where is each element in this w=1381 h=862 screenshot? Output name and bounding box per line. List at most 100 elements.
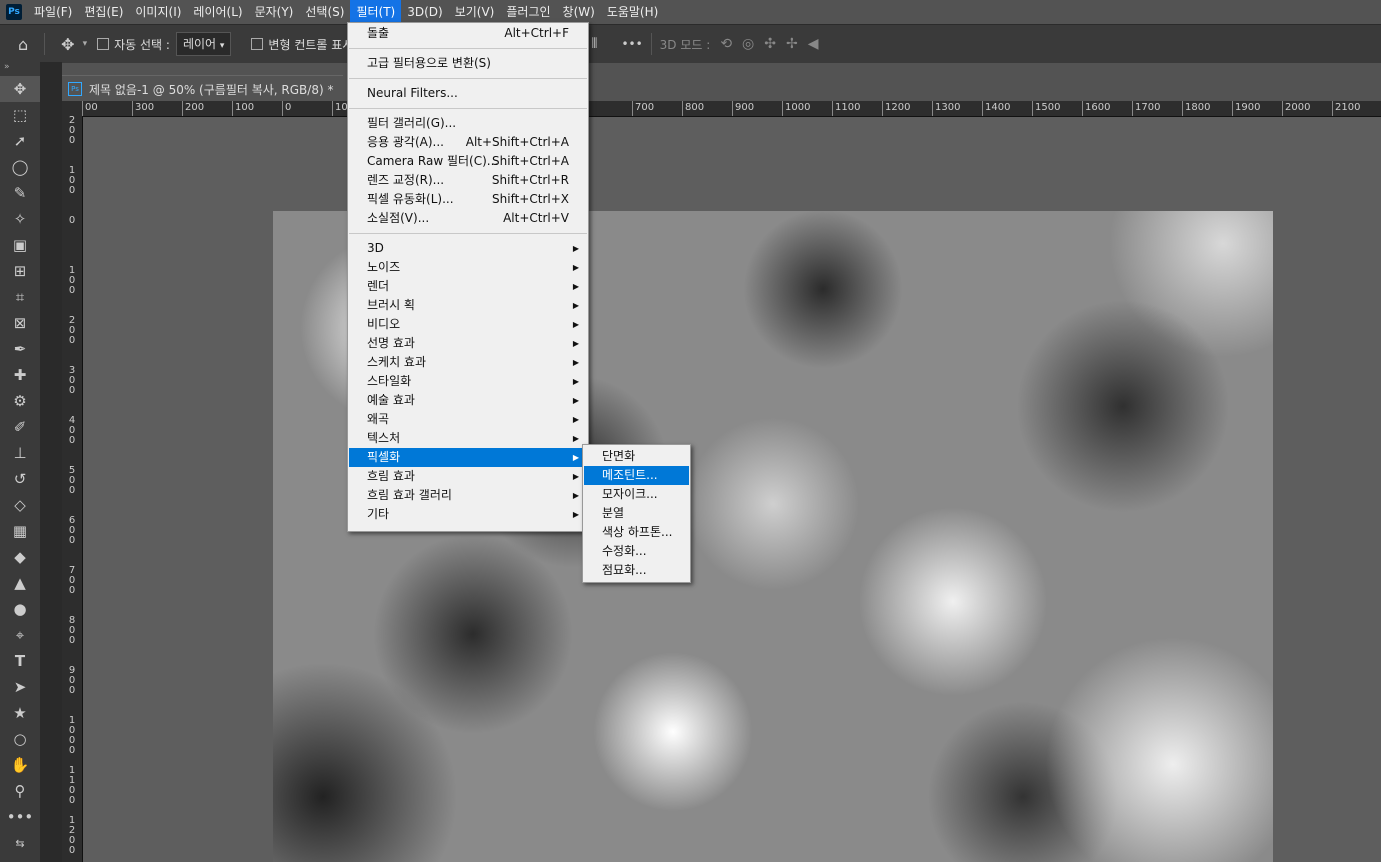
document-tab[interactable]: Ps 제목 없음-1 @ 50% (구름필터 복사, RGB/8) * — [62, 75, 344, 102]
roll-3d-icon[interactable]: ◎ — [742, 36, 754, 52]
filter-menu-item[interactable]: Camera Raw 필터(C)... Shift+Ctrl+A — [349, 152, 587, 171]
menu-item-label: 왜곡 — [367, 412, 390, 426]
filter-menu-item[interactable]: 흐림 효과 ▶ — [349, 467, 587, 486]
eyedropper-icon[interactable]: ✒ — [0, 336, 40, 362]
slide-3d-icon[interactable]: ✢ — [786, 36, 798, 52]
filter-menu-item[interactable]: 렌더 ▶ — [349, 277, 587, 296]
filter-menu-item[interactable]: 왜곡 ▶ — [349, 410, 587, 429]
ellipse-tool-icon[interactable]: ○ — [0, 726, 40, 752]
pixelate-menu-item[interactable]: 점묘화... — [584, 561, 689, 580]
sharpen-icon[interactable]: ▲ — [0, 570, 40, 596]
vruler-tick: 1 1 0 0 — [68, 765, 76, 806]
layer-select[interactable]: 레이어 ▾ — [175, 32, 232, 56]
object-select-icon[interactable]: ▣ — [0, 232, 40, 258]
filter-menu-item[interactable]: 노이즈 ▶ — [349, 258, 587, 277]
filter-menu-item[interactable]: 비디오 ▶ — [349, 315, 587, 334]
pixelate-menu-item[interactable]: 분열 — [584, 504, 689, 523]
filter-menu-item[interactable]: 렌즈 교정(R)... Shift+Ctrl+R — [349, 171, 587, 190]
menu-1[interactable]: 편집(E) — [78, 0, 129, 24]
patch-icon[interactable]: ⚙ — [0, 388, 40, 414]
lasso-tool-icon[interactable]: ➚ — [0, 128, 40, 154]
more-options-icon[interactable]: ••• — [621, 37, 642, 51]
history-brush-icon[interactable]: ↺ — [0, 466, 40, 492]
stamp-tool-icon[interactable]: ⊥ — [0, 440, 40, 466]
scale-3d-icon[interactable]: ◀ — [808, 36, 819, 52]
filter-menu-item[interactable]: 기타 ▶ — [349, 505, 587, 524]
menu-item-label: 픽셀 유동화(L)... — [367, 192, 454, 206]
menu-item-label: 수정화... — [602, 544, 647, 558]
gradient-tool-icon[interactable]: ▦ — [0, 518, 40, 544]
filter-menu-item[interactable]: 선명 효과 ▶ — [349, 334, 587, 353]
menu-item-shortcut: Shift+Ctrl+X — [492, 192, 569, 206]
ruler-tick: 2000 — [1282, 101, 1310, 116]
transform-controls-checkbox[interactable] — [251, 38, 264, 50]
home-icon[interactable]: ⌂ — [18, 35, 28, 54]
filter-menu-item[interactable]: 픽셀화 ▶ — [349, 448, 587, 467]
menu-8[interactable]: 보기(V) — [449, 0, 501, 24]
menu-6[interactable]: 필터(T) — [350, 0, 402, 24]
marquee-tool-icon[interactable]: ⬚ — [0, 102, 40, 128]
vruler-tick: 9 0 0 — [68, 665, 76, 696]
photoshop-logo-icon: Ps — [6, 4, 22, 20]
filter-menu-item[interactable]: 스타일화 ▶ — [349, 372, 587, 391]
path-select-icon[interactable]: ➤ — [0, 674, 40, 700]
filter-menu-item[interactable]: 응용 광각(A)... Alt+Shift+Ctrl+A — [349, 133, 587, 152]
swap-colors-icon[interactable]: ⇆ — [0, 830, 40, 856]
move-tool-icon[interactable]: ✥ — [61, 35, 74, 54]
auto-select-checkbox[interactable] — [97, 38, 110, 50]
menu-7[interactable]: 3D(D) — [401, 0, 448, 24]
type-tool-icon[interactable]: T — [0, 648, 40, 674]
crop-tool-icon[interactable]: ⌗ — [0, 284, 40, 310]
menu-9[interactable]: 플러그인 — [500, 0, 556, 24]
frame-tool-icon[interactable]: ⊠ — [0, 310, 40, 336]
filter-menu-item[interactable]: 소실점(V)... Alt+Ctrl+V — [349, 209, 587, 228]
menu-item-label: Camera Raw 필터(C)... — [367, 154, 499, 168]
filter-menu-item[interactable]: 픽셀 유동화(L)... Shift+Ctrl+X — [349, 190, 587, 209]
filter-menu-item[interactable]: 고급 필터용으로 변환(S) — [349, 54, 587, 73]
filter-menu-item[interactable]: Neural Filters... — [349, 84, 587, 103]
dodge-tool-icon[interactable]: ● — [0, 596, 40, 622]
eraser-icon[interactable]: ◇ — [0, 492, 40, 518]
collapse-icon[interactable]: » — [0, 62, 40, 76]
filter-menu-item[interactable]: 스케치 효과 ▶ — [349, 353, 587, 372]
more-tools-icon[interactable]: ••• — [0, 804, 40, 830]
pixelate-menu-item[interactable]: 수정화... — [584, 542, 689, 561]
filter-menu-item[interactable]: 3D ▶ — [349, 239, 587, 258]
menu-2[interactable]: 이미지(I) — [129, 0, 187, 24]
brush-tool-icon[interactable]: ✐ — [0, 414, 40, 440]
menu-0[interactable]: 파일(F) — [28, 0, 78, 24]
distribute-icon[interactable]: ⫴ — [592, 36, 598, 52]
menu-4[interactable]: 문자(Y) — [249, 0, 300, 24]
orbit-3d-icon[interactable]: ⟲ — [720, 36, 732, 52]
move-tool-icon[interactable]: ✥ — [0, 76, 40, 102]
filter-menu-item[interactable]: 예술 효과 ▶ — [349, 391, 587, 410]
menu-item-label: 스케치 효과 — [367, 355, 427, 369]
chevron-down-icon[interactable]: ▾ — [83, 39, 88, 49]
filter-menu-item[interactable]: 텍스처 ▶ — [349, 429, 587, 448]
artboard-icon[interactable]: ⊞ — [0, 258, 40, 284]
lasso-icon[interactable]: ◯ — [0, 154, 40, 180]
pen-tool-icon[interactable]: ⌖ — [0, 622, 40, 648]
blur-tool-icon[interactable]: ◆ — [0, 544, 40, 570]
filter-menu-item[interactable]: 브러시 획 ▶ — [349, 296, 587, 315]
menu-5[interactable]: 선택(S) — [299, 0, 350, 24]
shape-tool-icon[interactable]: ★ — [0, 700, 40, 726]
healing-brush-icon[interactable]: ✚ — [0, 362, 40, 388]
pixelate-menu-item[interactable]: 모자이크... — [584, 485, 689, 504]
magic-wand-icon[interactable]: ✧ — [0, 206, 40, 232]
pan-3d-icon[interactable]: ✣ — [764, 36, 776, 52]
pixelate-menu-item[interactable]: 단면화 — [584, 447, 689, 466]
hand-tool-icon[interactable]: ✋ — [0, 752, 40, 778]
menu-item-label: 노이즈 — [367, 260, 401, 274]
menu-10[interactable]: 창(W) — [557, 0, 601, 24]
menu-3[interactable]: 레이어(L) — [187, 0, 248, 24]
quick-select-icon[interactable]: ✎ — [0, 180, 40, 206]
pixelate-menu-item[interactable]: 메조틴트... — [584, 466, 689, 485]
filter-menu-item[interactable]: 돌출 Alt+Ctrl+F — [349, 24, 587, 43]
filter-menu-item[interactable]: 흐림 효과 갤러리 ▶ — [349, 486, 587, 505]
vruler-tick: 8 0 0 — [68, 615, 76, 646]
filter-menu-item[interactable]: 필터 갤러리(G)... — [349, 114, 587, 133]
zoom-tool-icon[interactable]: ⚲ — [0, 778, 40, 804]
pixelate-menu-item[interactable]: 색상 하프톤... — [584, 523, 689, 542]
menu-11[interactable]: 도움말(H) — [601, 0, 665, 24]
